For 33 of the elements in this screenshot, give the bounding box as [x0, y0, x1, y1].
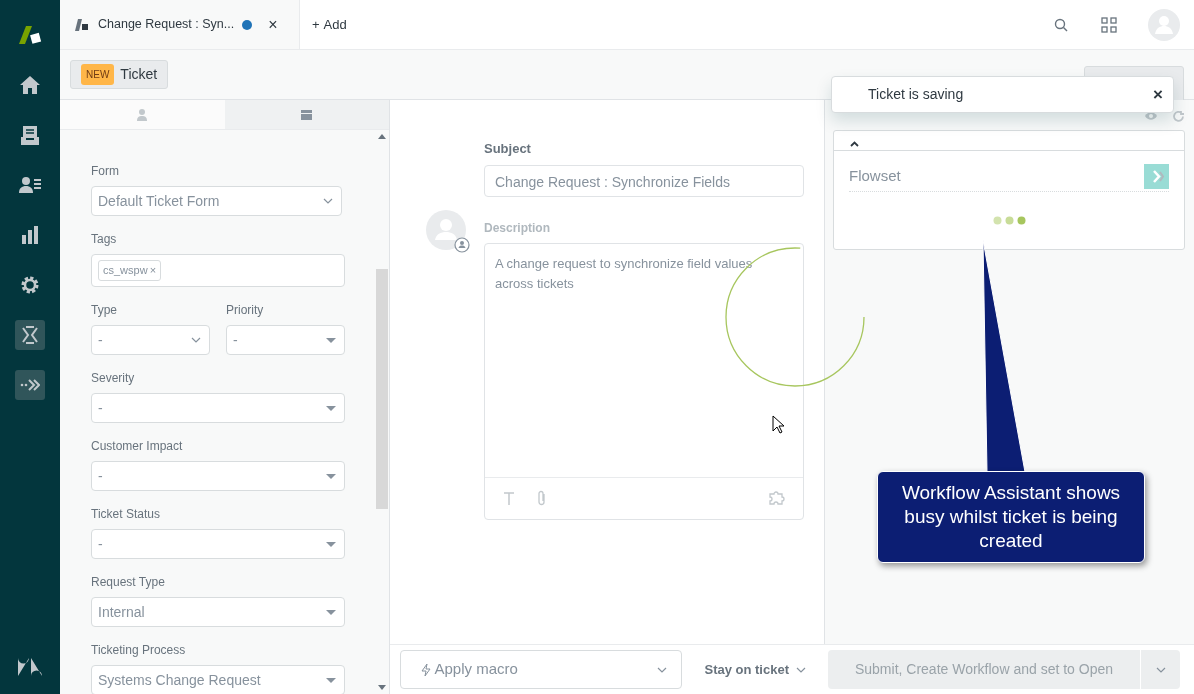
field-label: Description: [484, 219, 550, 237]
field-label: Subject: [484, 140, 531, 158]
field-label: Severity: [91, 370, 135, 387]
field-label: Tags: [91, 231, 117, 248]
apply-macro-field[interactable]: Apply macro: [400, 650, 683, 689]
tag-chip[interactable]: cs_wspw ×: [98, 260, 162, 281]
dropdown-field[interactable]: -: [91, 529, 345, 559]
dropdown-field[interactable]: -: [91, 325, 210, 355]
app-title: Flowset: [849, 165, 901, 186]
dropdown-field[interactable]: -: [91, 393, 345, 423]
add-tab-button[interactable]: + Add: [300, 0, 359, 49]
close-button[interactable]: ×: [268, 12, 278, 37]
subject-field[interactable]: Change Request : Synchronize Fields: [484, 164, 804, 197]
close-button[interactable]: ×: [1153, 81, 1163, 108]
dropdown-field[interactable]: Systems Change Request: [91, 665, 345, 694]
field-label: Type: [91, 302, 117, 319]
dropdown-field[interactable]: -: [226, 325, 345, 355]
tags-field[interactable]: cs_wspw ×: [91, 254, 345, 287]
field-label: Ticketing Process: [91, 642, 186, 659]
dropdown-field[interactable]: -: [91, 461, 345, 491]
dropdown-field[interactable]: Default Ticket Form: [91, 186, 342, 216]
toast-message: Ticket is saving: [868, 85, 964, 104]
field-label: Customer Impact: [91, 438, 183, 455]
ticket-button[interactable]: NEW Ticket: [70, 60, 169, 89]
field-label: Ticket Status: [91, 506, 160, 523]
stay-on-ticket-button[interactable]: Stay on ticket: [694, 659, 816, 680]
callout-text: Workflow Assistant shows busy whilst ticket is being created: [900, 481, 1122, 553]
ticket-tab[interactable]: Change Request : Syn... ×: [60, 0, 300, 49]
tab-title: Change Request : Syn...: [98, 16, 235, 34]
dropdown-field[interactable]: Internal: [91, 597, 345, 627]
field-label: Priority: [226, 302, 264, 319]
field-label: Form: [91, 163, 119, 180]
field-label: Request Type: [91, 574, 165, 591]
